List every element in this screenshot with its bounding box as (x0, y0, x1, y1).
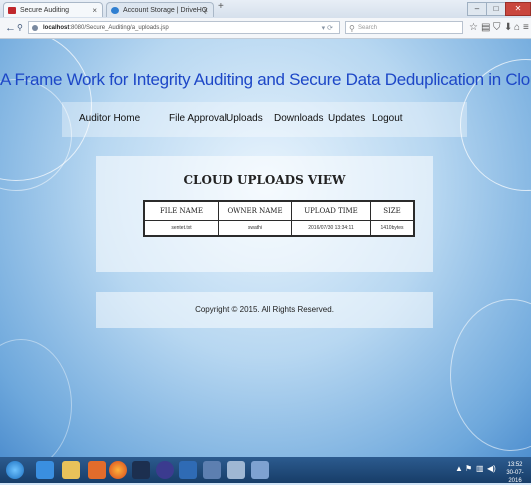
site-title: A Frame Work for Integrity Auditing and … (0, 70, 531, 89)
minimize-button[interactable]: – (467, 2, 487, 16)
tab-favicon-icon (111, 7, 119, 14)
menu-icon[interactable]: ≡ (523, 21, 529, 35)
column-header-size: SIZE (370, 200, 415, 221)
download-icon[interactable]: ⬇ (504, 21, 512, 35)
cell-size: 1410bytes (370, 220, 415, 237)
url-bar[interactable]: localhost:8080/Secure_Auditing/a_uploads… (28, 21, 340, 34)
footer: Copyright © 2015. All Rights Reserved. (96, 292, 433, 328)
uploads-table: FILE NAME OWNER NAME UPLOAD TIME SIZE se… (143, 200, 415, 237)
volume-icon[interactable]: ◀) (487, 464, 496, 473)
system-clock[interactable]: 13:52 30-07-2016 (500, 461, 530, 485)
search-icon: ⚲ (349, 24, 355, 33)
new-tab-button[interactable]: + (218, 1, 224, 12)
identity-icon[interactable]: ⚲ (17, 21, 23, 35)
main-menu: Auditor Home File Approval Uploads Downl… (62, 102, 467, 137)
background-swirl (0, 339, 72, 457)
explorer-folder-icon[interactable] (62, 461, 80, 479)
menu-item-logout[interactable]: Logout (372, 113, 403, 124)
copyright-text: Copyright © 2015. All Rights Reserved. (195, 305, 334, 314)
home-icon[interactable]: ⌂ (514, 21, 520, 35)
notepad-icon[interactable] (227, 461, 245, 479)
tab-title: Account Storage | DriveHQ (123, 7, 208, 14)
close-tab-icon[interactable]: × (92, 3, 97, 17)
page-content: A Frame Work for Integrity Auditing and … (0, 39, 531, 457)
menu-item-file-approval[interactable]: File Approval (169, 113, 227, 124)
background-swirl (450, 299, 531, 451)
tab-title: Secure Auditing (20, 7, 70, 14)
menu-item-auditor-home[interactable]: Auditor Home (79, 113, 140, 124)
column-header-owner-name: OWNER NAME (218, 200, 292, 221)
firefox-icon[interactable] (109, 461, 127, 479)
menu-item-updates[interactable]: Updates (328, 113, 365, 124)
app-icon[interactable] (179, 461, 197, 479)
flag-icon[interactable]: ⚑ (465, 464, 472, 473)
browser-toolbar: ← ⚲ localhost:8080/Secure_Auditing/a_upl… (0, 18, 531, 39)
close-tab-icon[interactable]: × (203, 3, 208, 17)
browser-tab-bar: Secure Auditing × Account Storage | Driv… (0, 0, 531, 19)
bookmark-star-icon[interactable]: ☆ (469, 21, 478, 35)
cell-upload-time: 2016/07/30 13:34:11 (291, 220, 371, 237)
ie-icon[interactable] (36, 461, 54, 479)
cell-file-name: sentet.txt (143, 220, 219, 237)
eclipse-icon[interactable] (156, 461, 174, 479)
reload-icon[interactable]: ▾ ⟳ (322, 22, 333, 35)
column-header-upload-time: UPLOAD TIME (291, 200, 371, 221)
url-host: localhost (43, 25, 70, 31)
network-icon[interactable]: ▥ (476, 464, 484, 473)
window-app-icon[interactable] (251, 461, 269, 479)
uploads-panel: CLOUD UPLOADS VIEW FILE NAME OWNER NAME … (96, 156, 433, 272)
cell-owner-name: swathi (218, 220, 292, 237)
column-header-file-name: FILE NAME (143, 200, 219, 221)
tab-secure-auditing[interactable]: Secure Auditing × (3, 2, 103, 17)
table-header-row: FILE NAME OWNER NAME UPLOAD TIME SIZE (143, 200, 415, 221)
maximize-button[interactable]: □ (486, 2, 506, 16)
menu-item-uploads[interactable]: Uploads (226, 113, 263, 124)
search-placeholder: Search (358, 25, 378, 31)
panel-title: CLOUD UPLOADS VIEW (183, 173, 346, 187)
tab-account-storage[interactable]: Account Storage | DriveHQ × (106, 2, 214, 17)
close-window-button[interactable]: ✕ (505, 2, 531, 16)
tab-favicon-icon (8, 7, 16, 14)
show-hidden-icons-icon[interactable]: ▲ (455, 464, 463, 473)
app-icon[interactable] (203, 461, 221, 479)
start-button[interactable] (6, 461, 24, 479)
table-row: sentet.txt swathi 2016/07/30 13:34:11 14… (143, 220, 415, 237)
media-player-icon[interactable] (88, 461, 106, 479)
app-icon[interactable] (132, 461, 150, 479)
url-path: :8080/Secure_Auditing/a_uploads.jsp (69, 25, 169, 31)
back-arrow-icon[interactable]: ← (5, 21, 16, 35)
windows-taskbar: ▲ ⚑ ▥ ◀) 13:52 30-07-2016 (0, 457, 531, 485)
clock-time: 13:52 (507, 462, 523, 468)
reading-list-icon[interactable]: ▤ (481, 21, 490, 35)
search-input[interactable]: ⚲ Search (345, 21, 463, 34)
menu-item-downloads[interactable]: Downloads (274, 113, 323, 124)
pocket-icon[interactable]: ⛉ (493, 21, 501, 35)
globe-icon (32, 25, 38, 31)
